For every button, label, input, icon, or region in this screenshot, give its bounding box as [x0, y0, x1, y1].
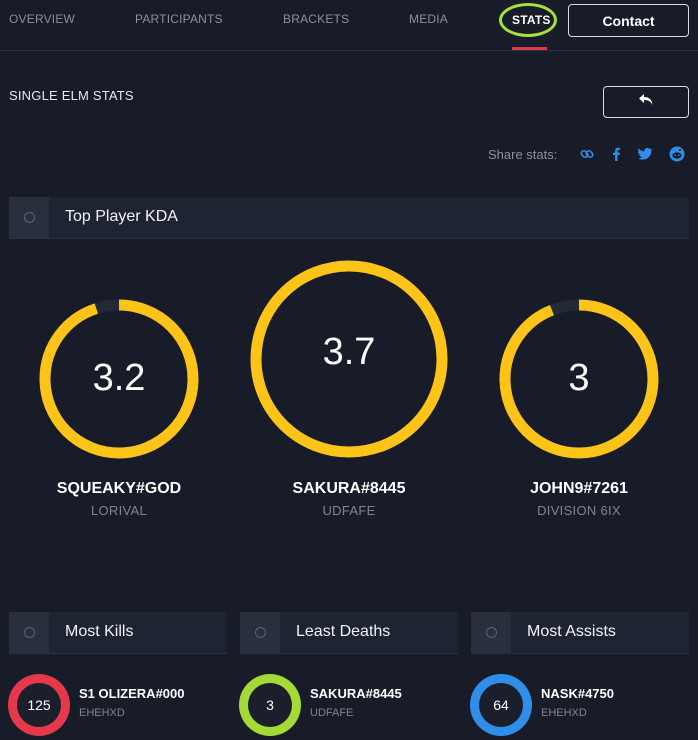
undo-arrow-icon — [638, 93, 654, 112]
link-icon[interactable] — [579, 146, 595, 162]
active-tab-indicator — [512, 47, 547, 50]
least-deaths-header: Least Deaths — [240, 612, 458, 654]
leader-team: UDFAFE — [310, 707, 354, 719]
most-assists-header: Most Assists — [471, 612, 689, 654]
kda-section-header: Top Player KDA — [9, 197, 689, 239]
leader-name: SAKURA#8445 — [310, 686, 402, 701]
player-name: SQUEAKY#GOD — [56, 480, 182, 497]
kda-value: 3 — [568, 357, 590, 399]
kda-section-label: Top Player KDA — [65, 208, 178, 225]
top-nav: OVERVIEW PARTICIPANTS BRACKETS MEDIA STA… — [0, 0, 698, 51]
kda-ring-3: 3 — [499, 299, 659, 459]
leader-name: S1 OLIZERA#000 — [79, 686, 185, 701]
kills-value: 125 — [17, 683, 61, 727]
leader-name: NASK#4750 — [541, 686, 614, 701]
deaths-value: 3 — [248, 683, 292, 727]
least-deaths-label: Least Deaths — [296, 623, 391, 640]
tab-brackets[interactable]: BRACKETS — [283, 12, 349, 26]
kda-ring-2: 3.7 — [249, 259, 449, 459]
leader-team: EHEHXD — [541, 707, 587, 719]
player-team: UDFAFE — [322, 503, 376, 518]
leader-team: EHEHXD — [79, 707, 125, 719]
assists-ring: 64 — [470, 674, 532, 736]
share-stats-label: Share stats: — [488, 147, 558, 162]
tab-media[interactable]: MEDIA — [409, 12, 448, 26]
most-assists-label: Most Assists — [527, 623, 616, 640]
kills-ring: 125 — [8, 674, 70, 736]
deaths-ring: 3 — [239, 674, 301, 736]
most-kills-label: Most Kills — [65, 623, 134, 640]
tab-participants[interactable]: PARTICIPANTS — [135, 12, 223, 26]
most-kills-header: Most Kills — [9, 612, 227, 654]
section-marker — [9, 197, 49, 238]
page-title: SINGLE ELM STATS — [9, 88, 134, 103]
tab-overview[interactable]: OVERVIEW — [9, 12, 75, 26]
reddit-icon[interactable] — [669, 146, 685, 162]
twitter-icon[interactable] — [637, 146, 653, 162]
player-name: JOHN9#7261 — [530, 480, 628, 497]
player-team: LORIVAL — [90, 503, 148, 518]
tab-stats[interactable]: STATS — [512, 13, 551, 27]
player-name: SAKURA#8445 — [292, 480, 406, 497]
facebook-icon[interactable] — [608, 146, 624, 162]
assists-value: 64 — [479, 683, 523, 727]
section-marker — [240, 612, 280, 653]
kda-ring-1: 3.2 — [39, 299, 199, 459]
player-team: DIVISION 6IX — [537, 503, 621, 518]
back-button[interactable] — [603, 86, 689, 118]
kda-value: 3.2 — [92, 357, 146, 399]
section-marker — [9, 612, 49, 653]
section-marker — [471, 612, 511, 653]
kda-value: 3.7 — [322, 331, 376, 373]
contact-button[interactable]: Contact — [568, 4, 689, 37]
